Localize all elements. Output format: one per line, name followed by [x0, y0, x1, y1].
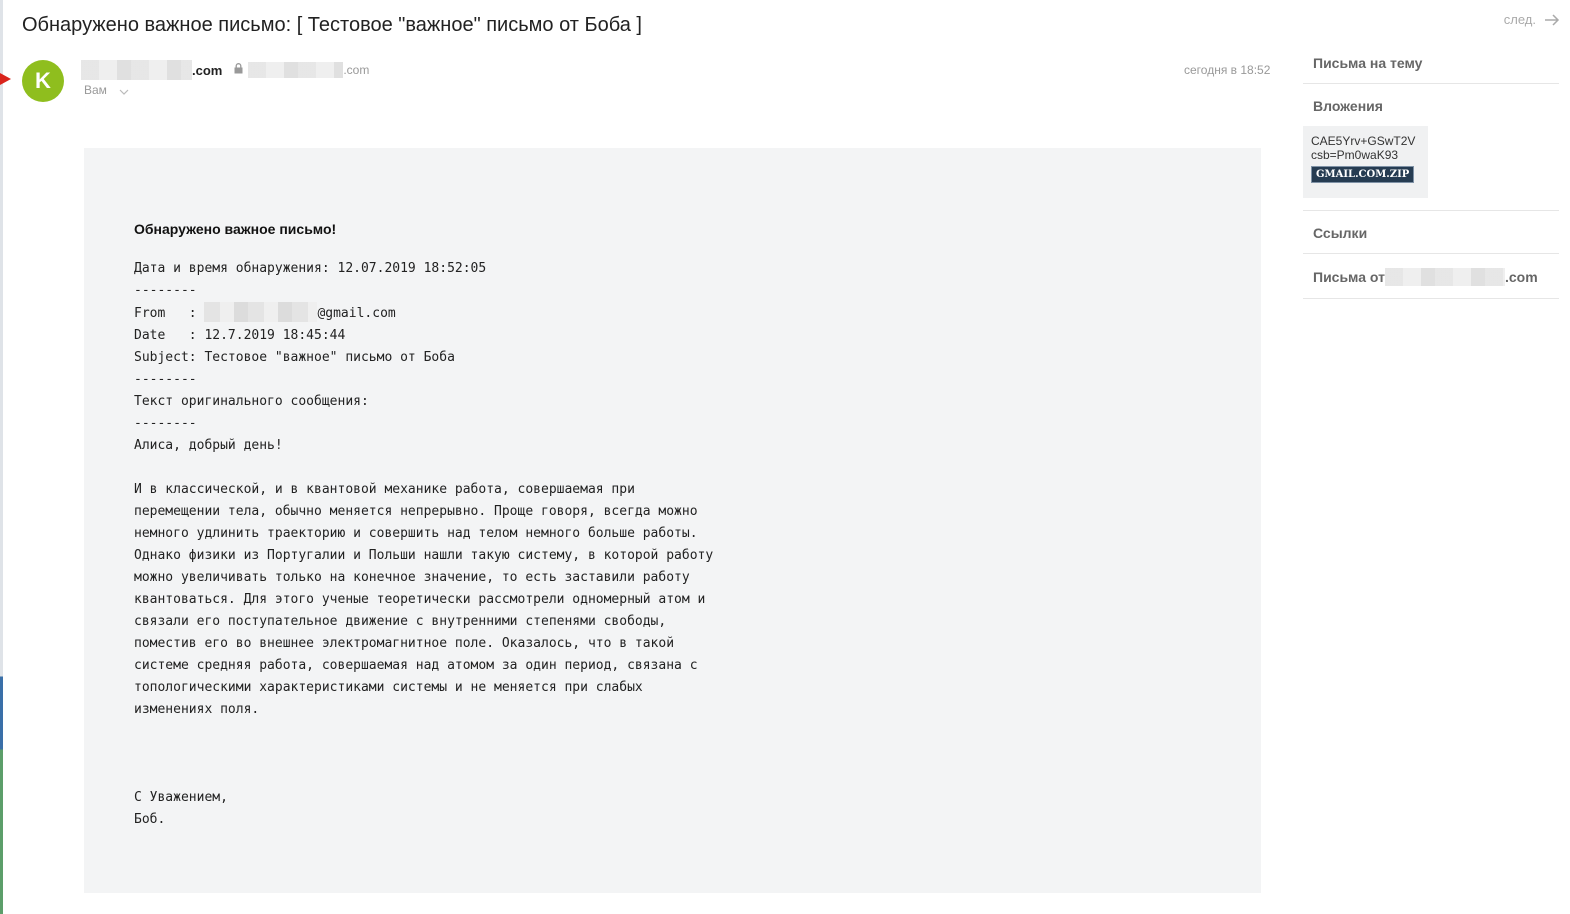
greeting: Алиса, добрый день! — [134, 438, 283, 453]
sidebar: Письма на тему Вложения CAE5Yrv+GSwT2Vcs… — [1303, 45, 1559, 299]
separator: -------- — [134, 372, 197, 387]
sender-line: .com .com — [81, 58, 369, 82]
original-label: Текст оригинального сообщения: — [134, 394, 369, 409]
next-message-link[interactable]: след. — [1504, 12, 1560, 27]
recipient-line[interactable]: Вам — [84, 83, 129, 97]
flag-marker-icon[interactable] — [0, 73, 11, 85]
sender-email-domain: .com — [343, 63, 370, 77]
detect-line: Дата и время обнаружения: 12.07.2019 18:… — [134, 261, 487, 276]
sidebar-item-links[interactable]: Ссылки — [1303, 211, 1559, 254]
chevron-down-icon[interactable] — [119, 89, 129, 95]
separator: -------- — [134, 283, 197, 298]
sender-name-redacted — [81, 60, 192, 80]
sidebar-item-from[interactable]: Письма от .com — [1303, 254, 1559, 299]
closing: С Уважением, — [134, 790, 228, 805]
message-body: Обнаружено важное письмо! Дата и время о… — [84, 148, 1261, 893]
sender-domain[interactable]: .com — [192, 63, 222, 78]
mail-viewer: Обнаружено важное письмо: [ Тестовое "ва… — [0, 0, 1570, 914]
attachment-card[interactable]: CAE5Yrv+GSwT2Vcsb=Pm0waK93 GMAIL.COM.ZIP — [1303, 126, 1428, 198]
body-text: Дата и время обнаружения: 12.07.2019 18:… — [134, 258, 713, 831]
sidebar-item-label[interactable]: Вложения — [1313, 98, 1383, 114]
attachment-name[interactable]: CAE5Yrv+GSwT2Vcsb=Pm0waK93 — [1311, 134, 1420, 162]
signature: Боб. — [134, 812, 166, 827]
sidebar-item-label[interactable]: Ссылки — [1313, 225, 1367, 241]
recipient-label[interactable]: Вам — [84, 83, 107, 97]
from-line-domain[interactable]: @gmail.com — [317, 306, 395, 321]
lock-icon — [234, 61, 243, 79]
from-line-label: From : — [134, 306, 205, 321]
sender-name-redacted — [1384, 268, 1505, 286]
separator: -------- — [134, 416, 197, 431]
avatar-letter: K — [35, 68, 51, 93]
sidebar-from-domain[interactable]: .com — [1505, 269, 1538, 285]
left-edge-strip — [0, 0, 3, 914]
message-date: сегодня в 18:52 — [1184, 63, 1271, 77]
sender-avatar[interactable]: K — [22, 60, 64, 102]
attachment-badge[interactable]: GMAIL.COM.ZIP — [1311, 166, 1415, 183]
sidebar-item-label[interactable]: Письма на тему — [1313, 55, 1422, 71]
date-line: Date : 12.7.2019 18:45:44 — [134, 328, 346, 343]
sidebar-item-attachments[interactable]: Вложения CAE5Yrv+GSwT2Vcsb=Pm0waK93 GMAI… — [1303, 84, 1559, 211]
subject-line: Subject: Тестовое "важное" письмо от Боб… — [134, 350, 455, 365]
next-label[interactable]: след. — [1504, 12, 1536, 27]
body-heading: Обнаружено важное письмо! — [134, 221, 337, 237]
sidebar-item-thread[interactable]: Письма на тему — [1303, 45, 1559, 84]
sidebar-item-label[interactable]: Письма от — [1313, 269, 1385, 285]
sender-email-redacted — [248, 62, 344, 78]
from-address-redacted — [204, 302, 318, 322]
body-paragraph: И в классической, и в квантовой механике… — [134, 482, 714, 717]
arrow-right-icon[interactable] — [1544, 13, 1560, 27]
message-subject: Обнаружено важное письмо: [ Тестовое "ва… — [22, 14, 642, 36]
